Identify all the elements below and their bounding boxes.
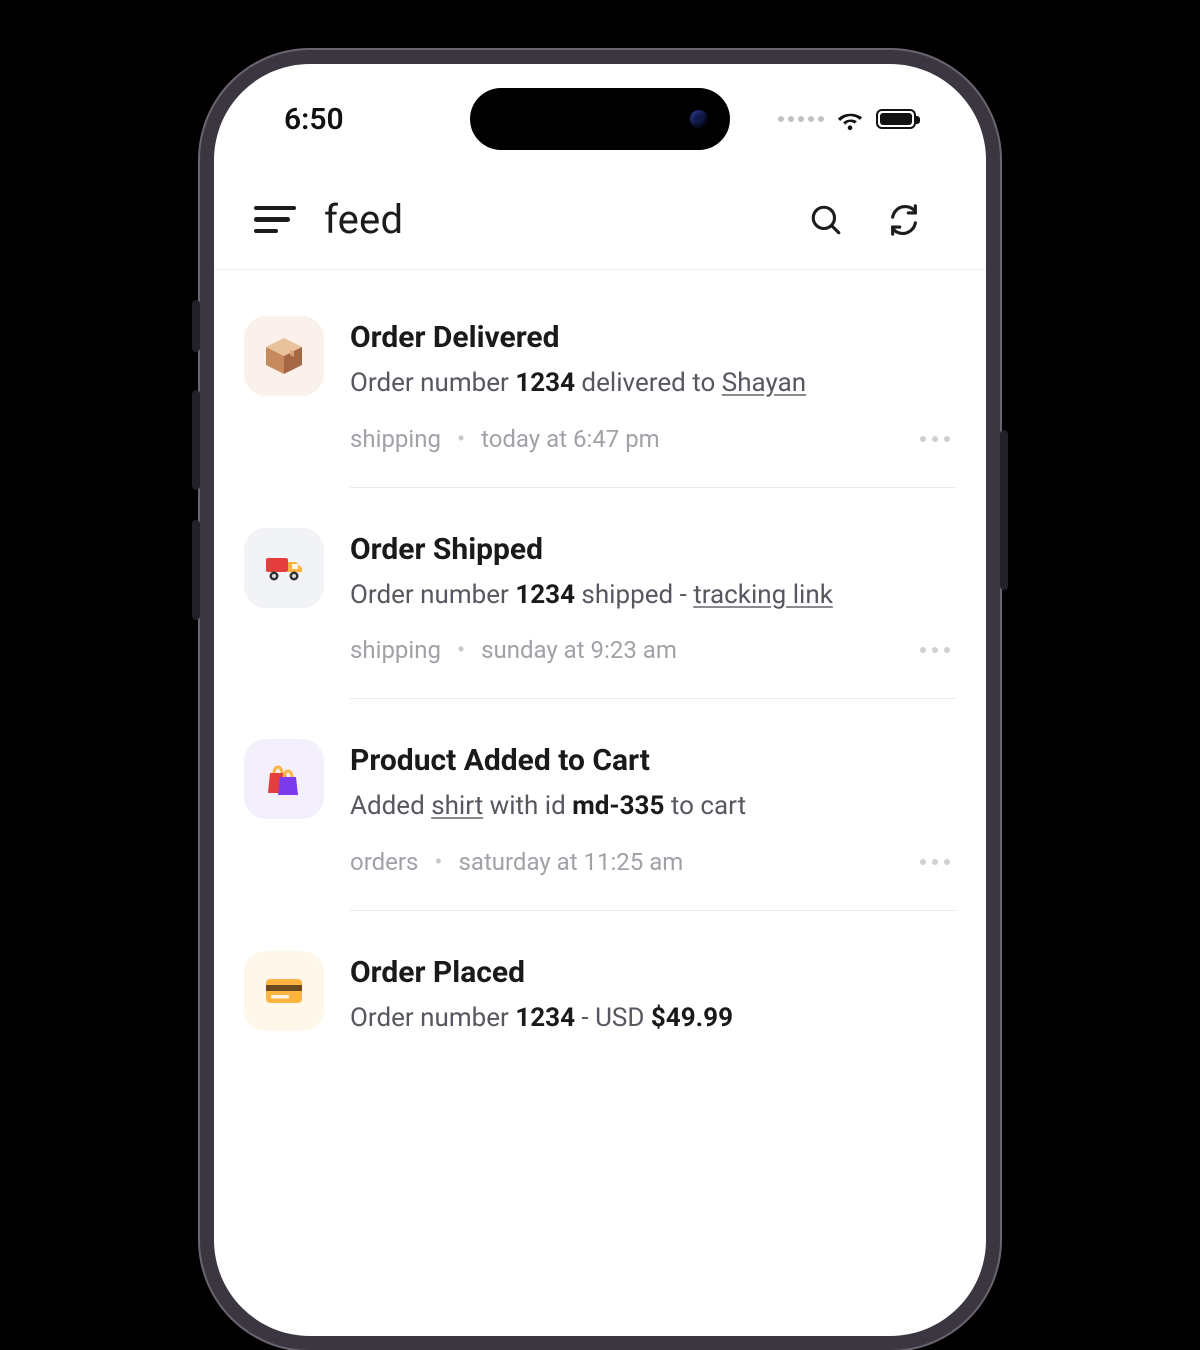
feed-item-underline-link[interactable]: shirt [431,791,483,821]
feed-item-meta: shipping • sunday at 9:23 am [350,636,956,664]
feed-item[interactable]: Order Placed Order number 1234 - USD $49.… [244,923,956,1054]
separator [350,487,956,488]
refresh-icon[interactable] [882,198,926,242]
feed-item-bold: $49.99 [651,1003,733,1033]
phone-side-button [192,300,200,352]
feed-item[interactable]: Product Added to Cart Added shirt with id… [244,711,956,892]
wifi-icon [836,108,864,130]
feed-item-title: Order Shipped [350,532,956,567]
feed-item-description: Order number 1234 shipped - tracking lin… [350,577,956,615]
shopping-bags-icon [244,739,324,819]
dynamic-island [470,88,730,150]
more-icon[interactable] [914,430,956,448]
feed-item-title: Order Placed [350,955,956,990]
credit-card-icon [244,951,324,1031]
phone-volume-up [192,390,200,490]
front-camera [690,110,708,128]
bullet-icon: • [457,636,465,664]
phone-screen: 6:50 feed [214,64,986,1336]
feed-item-title: Product Added to Cart [350,743,956,778]
menu-icon[interactable] [254,206,296,234]
feed-item-category: shipping [350,636,441,664]
feed-item[interactable]: Order Delivered Order number 1234 deliver… [244,288,956,469]
separator [350,698,956,699]
feed-list[interactable]: Order Delivered Order number 1234 deliver… [214,270,986,1054]
feed-item[interactable]: Order Shipped Order number 1234 shipped -… [244,500,956,681]
search-icon[interactable] [804,198,848,242]
feed-item-bold: 1234 [515,368,575,398]
feed-item-time: today at 6:47 pm [481,425,660,453]
more-icon[interactable] [914,641,956,659]
feed-item-title: Order Delivered [350,320,956,355]
feed-item-underline-link[interactable]: tracking link [693,580,833,610]
phone-volume-down [192,520,200,620]
feed-item-meta: shipping • today at 6:47 pm [350,425,956,453]
feed-item-description: Order number 1234 - USD $49.99 [350,1000,956,1038]
battery-icon [876,109,916,129]
feed-item-time: sunday at 9:23 am [481,636,677,664]
feed-item-bold: 1234 [515,580,575,610]
cellular-dots-icon [778,116,824,122]
feed-item-category: orders [350,848,418,876]
phone-frame: 6:50 feed [200,50,1000,1350]
bullet-icon: • [434,848,442,876]
bullet-icon: • [457,425,465,453]
status-time: 6:50 [284,102,344,137]
feed-item-content: Product Added to Cart Added shirt with id… [350,735,956,876]
phone-power-button [1000,430,1008,590]
feed-item-description: Added shirt with id md-335 to cart [350,788,956,826]
package-icon [244,316,324,396]
feed-item-content: Order Delivered Order number 1234 deliver… [350,312,956,453]
truck-icon [244,528,324,608]
feed-item-bold: 1234 [515,1003,575,1033]
page-title: feed [324,196,403,243]
feed-item-bold: md-335 [572,791,664,821]
feed-item-description: Order number 1234 delivered to Shayan [350,365,956,403]
feed-item-content: Order Placed Order number 1234 - USD $49.… [350,947,956,1038]
app-header: feed [214,174,986,270]
feed-item-category: shipping [350,425,441,453]
separator [350,910,956,911]
feed-item-content: Order Shipped Order number 1234 shipped -… [350,524,956,665]
feed-item-meta: orders • saturday at 11:25 am [350,848,956,876]
feed-item-time: saturday at 11:25 am [459,848,684,876]
more-icon[interactable] [914,853,956,871]
feed-item-underline-link[interactable]: Shayan [722,368,806,398]
